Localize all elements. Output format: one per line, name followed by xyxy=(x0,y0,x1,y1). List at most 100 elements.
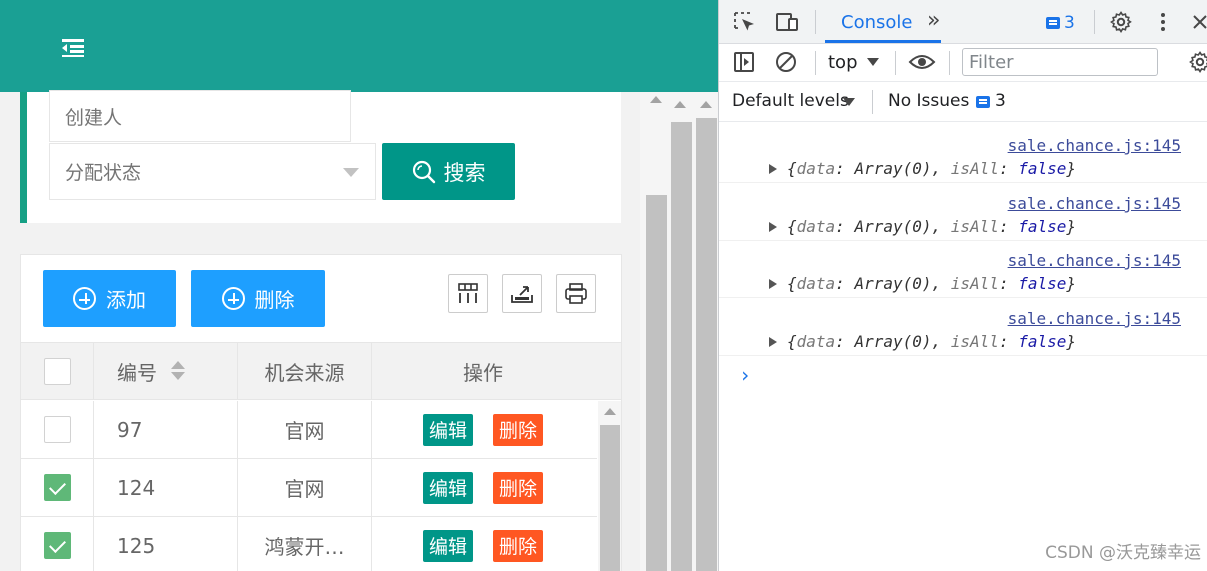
main-content: 创建人 分配状态 搜索 添加 删除 编号 机会来源 操作 97 官网 编辑 删除… xyxy=(0,90,640,571)
scroll-up-icon[interactable] xyxy=(650,96,662,103)
app-window: 创建人 分配状态 搜索 添加 删除 编号 机会来源 操作 97 官网 编辑 删除… xyxy=(0,0,718,571)
status-placeholder: 分配状态 xyxy=(65,162,142,184)
search-button[interactable]: 搜索 xyxy=(382,143,515,200)
delete-row-button[interactable]: 删除 xyxy=(493,471,544,504)
device-toolbar-icon[interactable] xyxy=(774,11,800,37)
print-icon[interactable] xyxy=(556,274,596,313)
log-source-link[interactable]: sale.chance.js:145 xyxy=(1008,309,1181,328)
log-source-link[interactable]: sale.chance.js:145 xyxy=(1008,136,1181,155)
log-source-link[interactable]: sale.chance.js:145 xyxy=(1008,251,1181,270)
menu-fold-icon[interactable] xyxy=(62,39,84,57)
log-object[interactable]: {data: Array(0), isAll: false} xyxy=(787,159,1076,178)
live-expression-eye-icon[interactable] xyxy=(908,52,936,76)
edit-button[interactable]: 编辑 xyxy=(422,529,473,562)
row-checkbox[interactable] xyxy=(43,474,71,501)
scroll-thumb[interactable] xyxy=(671,122,692,571)
log-object[interactable]: {data: Array(0), isAll: false} xyxy=(787,274,1076,293)
chevron-down-icon xyxy=(343,168,359,177)
console-prompt[interactable]: › xyxy=(739,363,751,387)
delete-button[interactable]: 删除 xyxy=(191,270,325,327)
expand-arrow-icon[interactable] xyxy=(769,222,777,232)
row-checkbox[interactable] xyxy=(43,416,71,443)
creator-input[interactable]: 创建人 xyxy=(49,90,351,142)
default-levels-select[interactable]: Default levels xyxy=(732,91,849,111)
delete-row-button[interactable]: 删除 xyxy=(493,529,544,562)
scroll-thumb[interactable] xyxy=(696,118,717,571)
scroll-thumb[interactable] xyxy=(646,195,667,571)
add-button[interactable]: 添加 xyxy=(43,270,176,327)
search-icon xyxy=(412,160,436,184)
context-select[interactable]: top xyxy=(828,52,858,73)
sidebar-toggle-icon[interactable] xyxy=(733,51,755,77)
settings-gear-icon[interactable] xyxy=(1110,11,1132,37)
expand-arrow-icon[interactable] xyxy=(769,164,777,174)
more-options-icon[interactable] xyxy=(1159,12,1167,36)
more-tabs-icon[interactable]: » xyxy=(927,8,940,33)
console-toolbar: top Filter xyxy=(719,44,1207,82)
search-button-label: 搜索 xyxy=(443,160,486,185)
watermark: CSDN @沃克臻幸运 xyxy=(1045,543,1201,563)
scroll-up-icon[interactable] xyxy=(604,408,616,415)
console-levelbar: Default levels No Issues 3 xyxy=(719,82,1207,122)
issues-count[interactable]: 3 xyxy=(995,91,1006,111)
edit-button[interactable]: 编辑 xyxy=(422,471,473,504)
add-circle-icon xyxy=(221,287,245,310)
log-key: data xyxy=(796,159,836,178)
log-object[interactable]: {data: Array(0), isAll: false} xyxy=(787,217,1076,236)
log-value: false xyxy=(1018,274,1067,293)
delete-row-button[interactable]: 删除 xyxy=(493,413,544,446)
log-key: isAll xyxy=(950,159,999,178)
export-icon[interactable] xyxy=(502,274,542,313)
row-id: 125 xyxy=(117,533,156,558)
message-count[interactable]: 3 xyxy=(1064,13,1075,33)
header-source: 机会来源 xyxy=(238,343,371,399)
header-id[interactable]: 编号 xyxy=(117,343,237,399)
log-key: data xyxy=(796,217,836,236)
filter-input[interactable]: Filter xyxy=(962,48,1158,76)
console-log-entry: sale.chance.js:145 {data: Array(0), isAl… xyxy=(719,299,1207,356)
log-value: false xyxy=(1018,159,1067,178)
expand-arrow-icon[interactable] xyxy=(769,279,777,289)
console-settings-gear-icon[interactable] xyxy=(1189,51,1207,77)
devtools-tabbar: Console » 3 xyxy=(719,0,1207,44)
tab-console[interactable]: Console xyxy=(841,12,912,33)
active-tab-indicator xyxy=(825,40,941,43)
table-scrollbar[interactable] xyxy=(598,401,621,571)
table-scroll-thumb[interactable] xyxy=(600,425,620,571)
chevron-down-icon xyxy=(843,98,855,106)
search-accent-bar xyxy=(20,92,27,223)
header-checkbox-cell xyxy=(21,343,93,399)
inspect-element-icon[interactable] xyxy=(733,11,757,37)
sort-icon[interactable] xyxy=(171,360,185,382)
devtools-panel: Console » 3 top Filter Default levels No… xyxy=(718,0,1207,571)
issues-status[interactable]: No Issues xyxy=(888,91,969,111)
clear-console-icon[interactable] xyxy=(775,51,797,77)
status-select[interactable]: 分配状态 xyxy=(49,143,376,200)
console-log-entry: sale.chance.js:145 {data: Array(0), isAl… xyxy=(719,126,1207,183)
search-panel: 创建人 分配状态 搜索 xyxy=(20,90,621,223)
log-value: false xyxy=(1018,217,1067,236)
select-all-checkbox[interactable] xyxy=(43,357,71,385)
add-button-label: 添加 xyxy=(106,288,146,312)
edit-button[interactable]: 编辑 xyxy=(422,413,473,446)
log-value: Array(0) xyxy=(854,159,932,178)
log-object[interactable]: {data: Array(0), isAll: false} xyxy=(787,332,1076,351)
expand-arrow-icon[interactable] xyxy=(769,337,777,347)
row-checkbox[interactable] xyxy=(43,532,71,559)
log-key: data xyxy=(796,274,836,293)
row-id: 124 xyxy=(117,475,156,500)
close-icon[interactable] xyxy=(1192,14,1207,34)
log-key: data xyxy=(796,332,836,351)
log-value: Array(0) xyxy=(854,274,932,293)
log-value: Array(0) xyxy=(854,217,932,236)
log-source-link[interactable]: sale.chance.js:145 xyxy=(1008,194,1181,213)
table-panel: 添加 删除 编号 机会来源 操作 97 官网 编辑 删除 124 官网 编辑 删… xyxy=(20,254,622,571)
scroll-up-icon[interactable] xyxy=(674,101,686,108)
chevron-down-icon xyxy=(867,58,879,66)
header-id-label: 编号 xyxy=(117,360,157,385)
columns-icon[interactable] xyxy=(448,274,488,313)
row-source: 官网 xyxy=(284,419,325,443)
issues-icon xyxy=(976,96,990,108)
header-actions: 操作 xyxy=(372,343,594,399)
scroll-up-icon[interactable] xyxy=(700,101,712,108)
